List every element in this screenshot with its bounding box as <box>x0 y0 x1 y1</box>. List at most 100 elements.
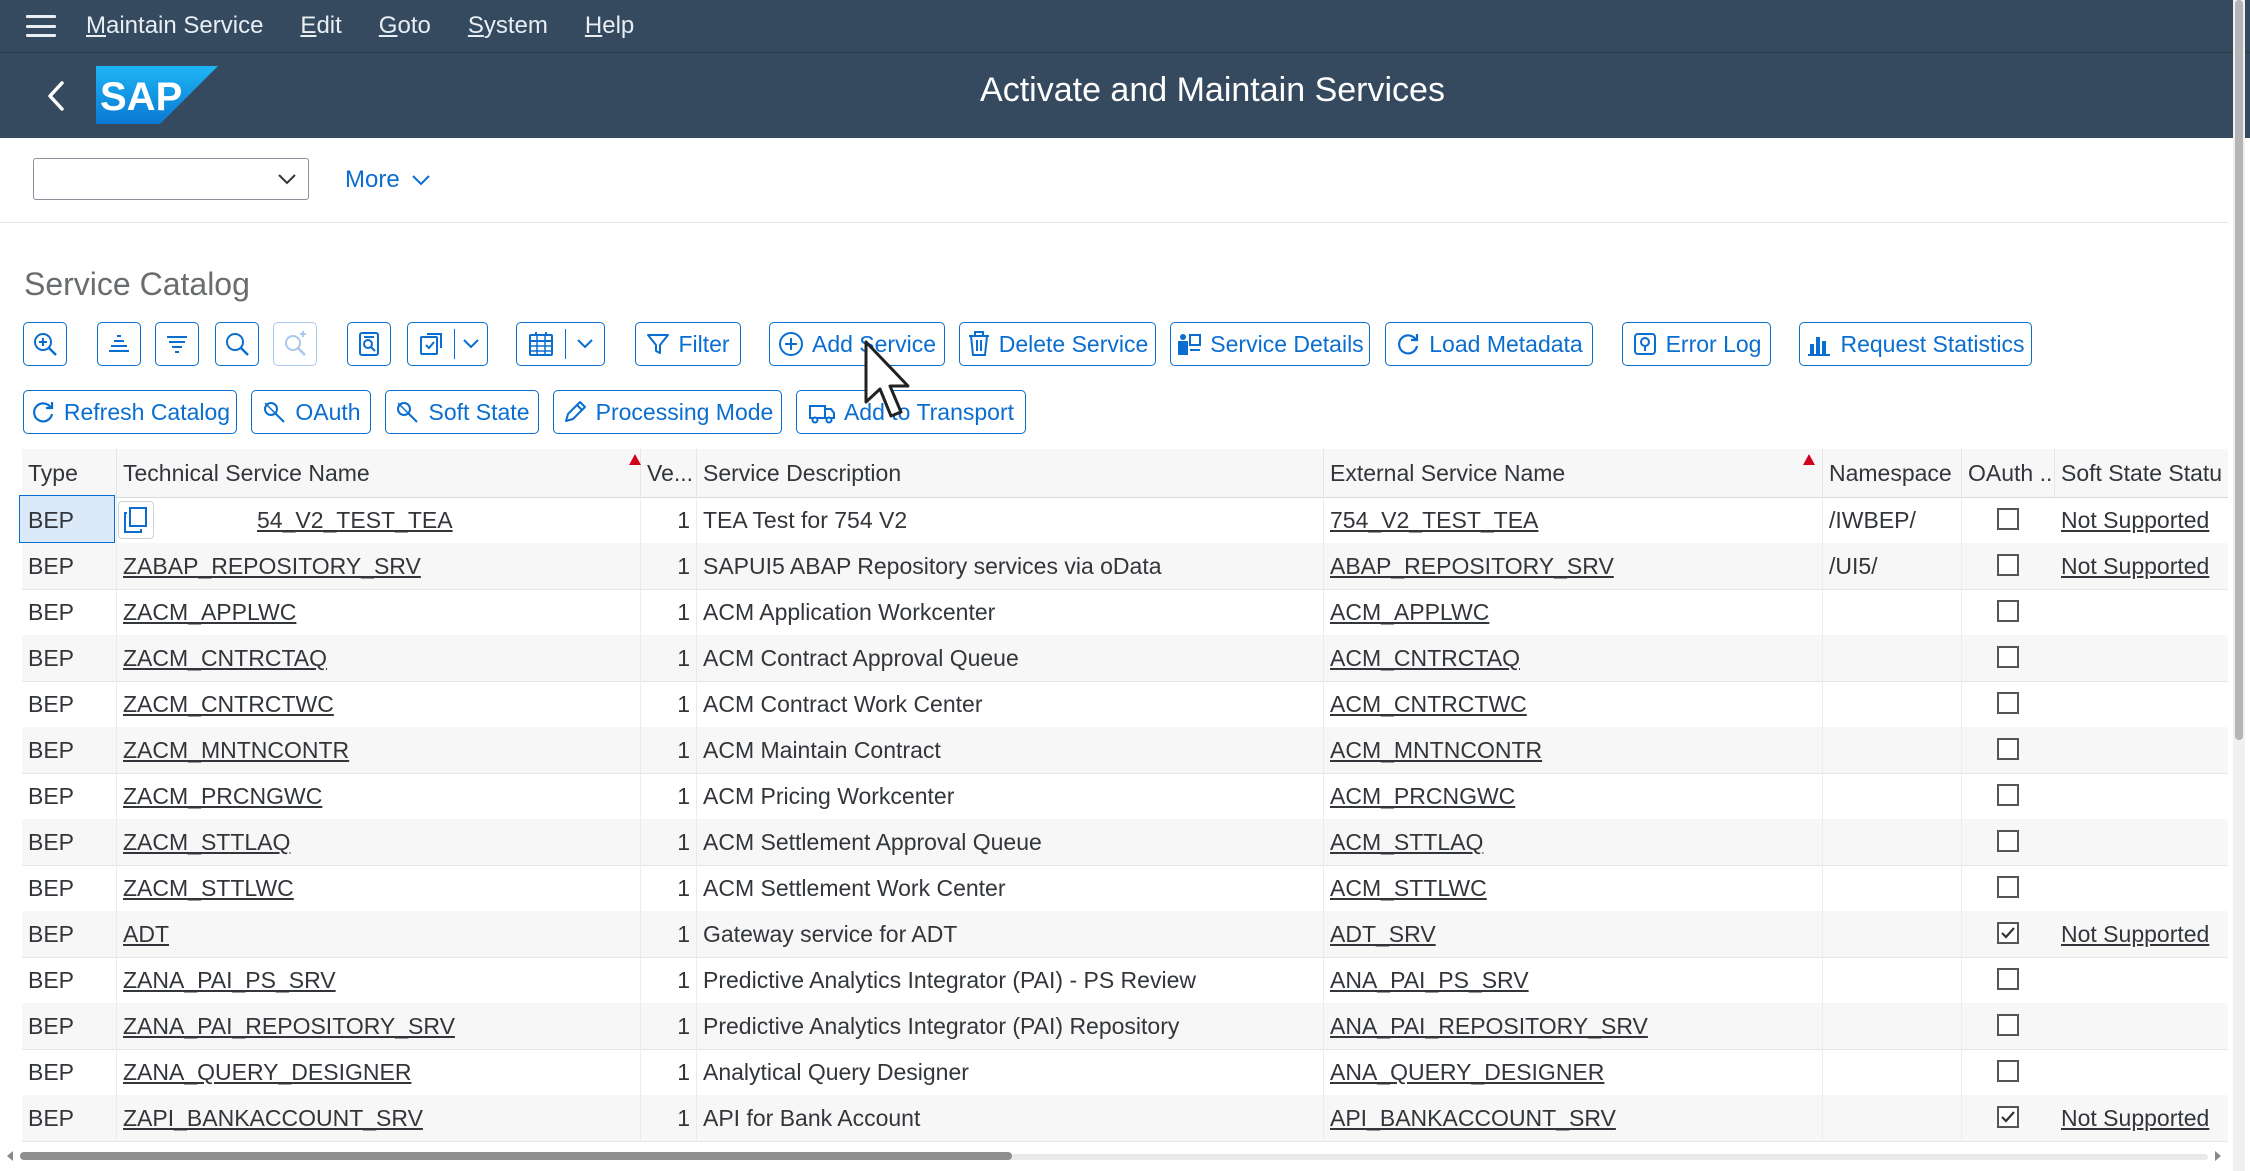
table-row[interactable]: BEP ZACM_STTLWC 1 ACM Settlement Work Cente… <box>22 865 2228 912</box>
cell-technical-service-name[interactable]: ZANA_QUERY_DESIGNER <box>117 1049 641 1095</box>
menu-maintain-service[interactable]: Maintain Service <box>86 12 263 40</box>
filter-button[interactable]: Filter <box>635 322 741 366</box>
oauth-checkbox[interactable] <box>1997 692 2019 714</box>
cell-soft-state-status[interactable] <box>2055 865 2228 911</box>
table-row[interactable]: BEP ZANA_PAI_REPOSITORY_SRV 1 Predictive An… <box>22 1003 2228 1050</box>
export-button[interactable] <box>408 323 454 365</box>
column-header-service-description[interactable]: Service Description <box>697 449 1324 497</box>
table-row[interactable]: BEP ZANA_PAI_PS_SRV 1 Predictive Analytics … <box>22 957 2228 1004</box>
cell-soft-state-status[interactable] <box>2055 1049 2228 1095</box>
cell-external-service-name[interactable]: ACM_STTLWC <box>1324 865 1823 911</box>
cell-external-service-name[interactable]: ACM_CNTRCTAQ <box>1324 635 1823 681</box>
cell-soft-state-status[interactable]: Not Supported <box>2055 497 2228 543</box>
copy-icon[interactable] <box>118 501 154 539</box>
cell-external-service-name[interactable]: ANA_QUERY_DESIGNER <box>1324 1049 1823 1095</box>
table-row[interactable]: BEP ZACM_PRCNGWC 1 ACM Pricing Workcenter AC… <box>22 773 2228 820</box>
cell-technical-service-name[interactable]: ZAPI_BANKACCOUNT_SRV <box>117 1095 641 1141</box>
column-header-oauth[interactable]: OAuth ... <box>1962 449 2055 497</box>
cell-external-service-name[interactable]: 754_V2_TEST_TEA <box>1324 497 1823 543</box>
column-header-type[interactable]: Type <box>22 449 117 497</box>
layout-split-button[interactable] <box>516 322 605 366</box>
scroll-right-icon[interactable] <box>2212 1150 2224 1162</box>
more-menu-button[interactable]: More <box>345 166 432 194</box>
table-row[interactable]: BEP ZANA_QUERY_DESIGNER 1 Analytical Query … <box>22 1049 2228 1096</box>
command-field-dropdown[interactable] <box>33 158 309 200</box>
add-to-transport-button[interactable]: Add to Transport <box>796 390 1026 434</box>
table-row[interactable]: BEP ZACM_STTLAQ 1 ACM Settlement Approval Q… <box>22 819 2228 866</box>
column-header-technical-service-name[interactable]: Technical Service Name <box>117 449 641 497</box>
find-button[interactable] <box>215 322 259 366</box>
cell-soft-state-status[interactable]: Not Supported <box>2055 911 2228 957</box>
oauth-checkbox[interactable] <box>1997 554 2019 576</box>
column-header-version[interactable]: Ve... <box>641 449 697 497</box>
cell-soft-state-status[interactable] <box>2055 589 2228 635</box>
cell-technical-service-name[interactable]: ZABAP_REPOSITORY_SRV <box>117 543 641 589</box>
cell-soft-state-status[interactable]: Not Supported <box>2055 543 2228 589</box>
cell-soft-state-status[interactable]: Not Supported <box>2055 1095 2228 1141</box>
column-header-external-service-name[interactable]: External Service Name <box>1324 449 1823 497</box>
cell-technical-service-name[interactable]: ZANA_PAI_REPOSITORY_SRV <box>117 1003 641 1049</box>
cell-technical-service-name[interactable]: ZACM_MNTNCONTR <box>117 727 641 773</box>
cell-soft-state-status[interactable] <box>2055 1003 2228 1049</box>
hamburger-menu-icon[interactable] <box>26 15 56 37</box>
menu-edit[interactable]: Edit <box>300 12 341 40</box>
scroll-left-icon[interactable] <box>4 1150 16 1162</box>
cell-external-service-name[interactable]: ACM_MNTNCONTR <box>1324 727 1823 773</box>
sort-descending-button[interactable] <box>155 322 199 366</box>
menu-goto[interactable]: Goto <box>379 12 431 40</box>
oauth-checkbox[interactable] <box>1997 876 2019 898</box>
table-row[interactable]: BEP ZACM_CNTRCTWC 1 ACM Contract Work Cente… <box>22 681 2228 728</box>
cell-external-service-name[interactable]: ANA_PAI_REPOSITORY_SRV <box>1324 1003 1823 1049</box>
cell-external-service-name[interactable]: ACM_STTLAQ <box>1324 819 1823 865</box>
find-next-button[interactable] <box>273 322 317 366</box>
oauth-checkbox[interactable] <box>1997 1060 2019 1082</box>
cell-external-service-name[interactable]: ACM_CNTRCTWC <box>1324 681 1823 727</box>
error-log-button[interactable]: Error Log <box>1622 322 1771 366</box>
cell-technical-service-name[interactable]: ZACM_CNTRCTWC <box>117 681 641 727</box>
layout-dropdown[interactable] <box>566 323 604 365</box>
horizontal-scrollbar-thumb[interactable] <box>20 1152 1012 1160</box>
load-metadata-button[interactable]: Load Metadata <box>1385 322 1593 366</box>
processing-mode-button[interactable]: Processing Mode <box>553 390 782 434</box>
table-row[interactable]: BEP ADT 1 Gateway service for ADT ADT_SRV Not… <box>22 911 2228 958</box>
cell-external-service-name[interactable]: ANA_PAI_PS_SRV <box>1324 957 1823 1003</box>
cell-soft-state-status[interactable] <box>2055 773 2228 819</box>
oauth-checkbox[interactable] <box>1997 508 2019 530</box>
table-row[interactable]: BEP ZACM_CNTRCTAQ 1 ACM Contract Approval Q… <box>22 635 2228 682</box>
soft-state-button[interactable]: Soft State <box>385 390 539 434</box>
cell-technical-service-name[interactable]: ZACM_STTLAQ <box>117 819 641 865</box>
oauth-checkbox[interactable] <box>1997 968 2019 990</box>
refresh-catalog-button[interactable]: Refresh Catalog <box>23 390 237 434</box>
menu-help[interactable]: Help <box>585 12 634 40</box>
cell-external-service-name[interactable]: ACM_PRCNGWC <box>1324 773 1823 819</box>
oauth-checkbox-checked[interactable] <box>1997 922 2019 944</box>
table-row[interactable]: BEP ZAPI_BANKACCOUNT_SRV 1 API for Bank Acc… <box>22 1095 2228 1142</box>
export-dropdown[interactable] <box>455 323 487 365</box>
column-header-soft-state-status[interactable]: Soft State Statu <box>2055 449 2228 497</box>
cell-external-service-name[interactable]: ACM_APPLWC <box>1324 589 1823 635</box>
delete-service-button[interactable]: Delete Service <box>959 322 1156 366</box>
oauth-button[interactable]: OAuth <box>251 390 371 434</box>
cell-external-service-name[interactable]: ABAP_REPOSITORY_SRV <box>1324 543 1823 589</box>
table-row[interactable]: BEP ZABAP_REPOSITORY_SRV 1 SAPUI5 ABAP Repo… <box>22 543 2228 590</box>
table-row[interactable]: BEP 54_V2_TEST_TEA 1 TEA Test for 754 V2 754… <box>19 495 2228 544</box>
cell-soft-state-status[interactable] <box>2055 727 2228 773</box>
cell-technical-service-name[interactable]: ZANA_PAI_PS_SRV <box>117 957 641 1003</box>
cell-technical-service-name[interactable]: ADT <box>117 911 641 957</box>
oauth-checkbox[interactable] <box>1997 600 2019 622</box>
vertical-scrollbar[interactable] <box>2233 0 2245 1171</box>
cell-soft-state-status[interactable] <box>2055 819 2228 865</box>
zoom-button[interactable] <box>23 322 67 366</box>
column-header-namespace[interactable]: Namespace <box>1823 449 1962 497</box>
oauth-checkbox-checked[interactable] <box>1997 1106 2019 1128</box>
oauth-checkbox[interactable] <box>1997 738 2019 760</box>
cell-technical-service-name[interactable]: 54_V2_TEST_TEA <box>117 497 641 543</box>
cell-technical-service-name[interactable]: ZACM_STTLWC <box>117 865 641 911</box>
export-split-button[interactable] <box>407 322 488 366</box>
cell-soft-state-status[interactable] <box>2055 957 2228 1003</box>
request-statistics-button[interactable]: Request Statistics <box>1799 322 2032 366</box>
layout-button[interactable] <box>517 323 565 365</box>
print-preview-button[interactable] <box>347 322 391 366</box>
cell-soft-state-status[interactable] <box>2055 681 2228 727</box>
vertical-scrollbar-thumb[interactable] <box>2235 0 2243 740</box>
